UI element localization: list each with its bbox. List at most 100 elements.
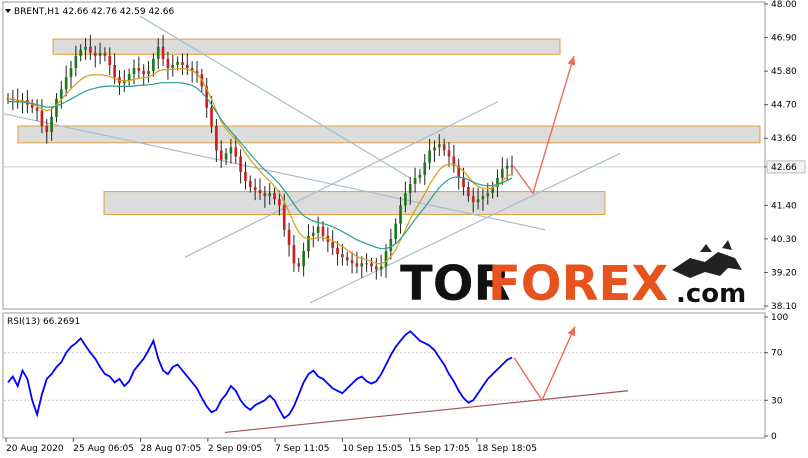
candle-body — [394, 223, 398, 239]
time-tick-label: 7 Sep 11:05 — [275, 444, 329, 454]
candle-body — [132, 68, 136, 75]
candle-body — [355, 263, 359, 267]
candle-body — [35, 107, 39, 111]
candle-body — [147, 71, 150, 75]
candle-body — [316, 226, 320, 233]
time-tick-label: 28 Aug 07:05 — [141, 444, 202, 454]
time-tick-label: 25 Aug 06:05 — [73, 444, 134, 454]
candle-body — [263, 193, 267, 197]
candle-body — [350, 260, 354, 264]
time-tick-label: 10 Sep 15:05 — [342, 444, 402, 454]
candle-body — [69, 68, 73, 78]
candle-body — [370, 263, 373, 267]
candle-body — [50, 116, 53, 133]
candle-body — [248, 180, 252, 188]
candle-body — [108, 55, 112, 66]
candle-body — [345, 257, 349, 261]
candle-body — [181, 61, 184, 66]
candle-body — [229, 147, 233, 154]
zone-support-zone — [103, 191, 606, 215]
candle-body — [224, 153, 228, 160]
candle-body — [341, 254, 344, 258]
candle-body — [413, 177, 417, 184]
candle-body — [171, 65, 175, 69]
candle-body — [287, 229, 291, 245]
candle-body — [55, 98, 58, 117]
rsi-header: RSI(13) 66.2691 — [7, 317, 80, 327]
price-tick-label: 41.40 — [771, 201, 797, 211]
candle-body — [437, 144, 441, 148]
candle-body — [418, 174, 422, 178]
rsi-tick-label: 100 — [771, 313, 788, 323]
candle-body — [93, 52, 97, 56]
candle-body — [297, 263, 301, 267]
rsi-tick-label: 70 — [771, 349, 783, 359]
candle-body — [462, 177, 465, 188]
price-tick-label: 39.20 — [771, 268, 797, 278]
candle-body — [89, 46, 92, 53]
candle-body — [142, 71, 146, 75]
time-axis: 20 Aug 2020 25 Aug 06:05 28 Aug 07:05 2 Sep… — [5, 438, 537, 454]
time-tick-label: 15 Sep 17:05 — [410, 444, 470, 454]
candle-body — [219, 150, 223, 160]
candle-body — [486, 193, 490, 197]
price-tick-label: 45.80 — [771, 67, 797, 77]
candle-body — [336, 248, 339, 255]
candle-body — [302, 251, 305, 267]
candle-body — [166, 58, 170, 69]
candle-body — [404, 193, 407, 206]
price-tick-label: 43.60 — [771, 134, 797, 144]
candle-body — [389, 238, 393, 252]
candle-body — [476, 199, 480, 203]
candle-body — [428, 150, 431, 163]
candle-body — [156, 46, 160, 59]
candle-body — [379, 266, 383, 270]
rsi-tick-label: 0 — [771, 432, 777, 442]
candle-body — [408, 183, 412, 194]
candle-body — [258, 190, 262, 194]
price-tick-label: 40.30 — [771, 235, 797, 245]
candle-body — [253, 187, 257, 191]
forex-chart: 48.00 46.90 45.80 44.70 43.60 42.66 41.40 40.30… — [2, 0, 806, 454]
symbol-line: BRENT,H1 42.66 42.76 42.59 42.66 — [14, 7, 174, 17]
candle-body — [365, 263, 368, 265]
candle-body — [399, 205, 402, 224]
price-tick-label: 46.90 — [771, 34, 797, 44]
candle-body — [442, 144, 446, 151]
candle-body — [210, 107, 213, 127]
candle-body — [84, 46, 87, 50]
candle-body — [433, 147, 436, 151]
candle-body — [79, 49, 83, 56]
candle-body — [185, 65, 189, 69]
brand-part3: .com — [676, 279, 746, 309]
candle-body — [98, 52, 102, 56]
rsi-tick-label: 30 — [771, 396, 783, 406]
candle-body — [239, 156, 242, 172]
price-tick-label: 38.10 — [771, 302, 797, 312]
candle-body — [505, 165, 509, 169]
candle-body — [268, 193, 272, 197]
rsi-panel — [2, 312, 766, 439]
candle-body — [234, 147, 238, 157]
price-tick-label: 44.70 — [771, 101, 797, 111]
candle-body — [447, 150, 451, 157]
candle-body — [40, 110, 44, 127]
candle-body — [384, 251, 388, 267]
brand-part2: FOREX — [488, 256, 668, 312]
candle-body — [471, 196, 475, 203]
candle-body — [273, 193, 276, 200]
candle-body — [278, 199, 281, 206]
current-price-label: 42.66 — [771, 163, 797, 173]
candle-body — [152, 58, 155, 72]
candle-body — [510, 165, 514, 167]
time-tick-label: 18 Sep 18:05 — [477, 444, 537, 454]
candle-body — [113, 65, 116, 78]
candle-body — [282, 205, 286, 230]
candle-body — [176, 61, 179, 66]
candle-body — [467, 187, 470, 197]
price-tick-label: 48.00 — [771, 0, 797, 10]
candle-body — [137, 68, 141, 72]
candle-body — [59, 89, 63, 99]
time-tick-label: 20 Aug 2020 — [6, 444, 64, 454]
candle-body — [360, 263, 364, 267]
